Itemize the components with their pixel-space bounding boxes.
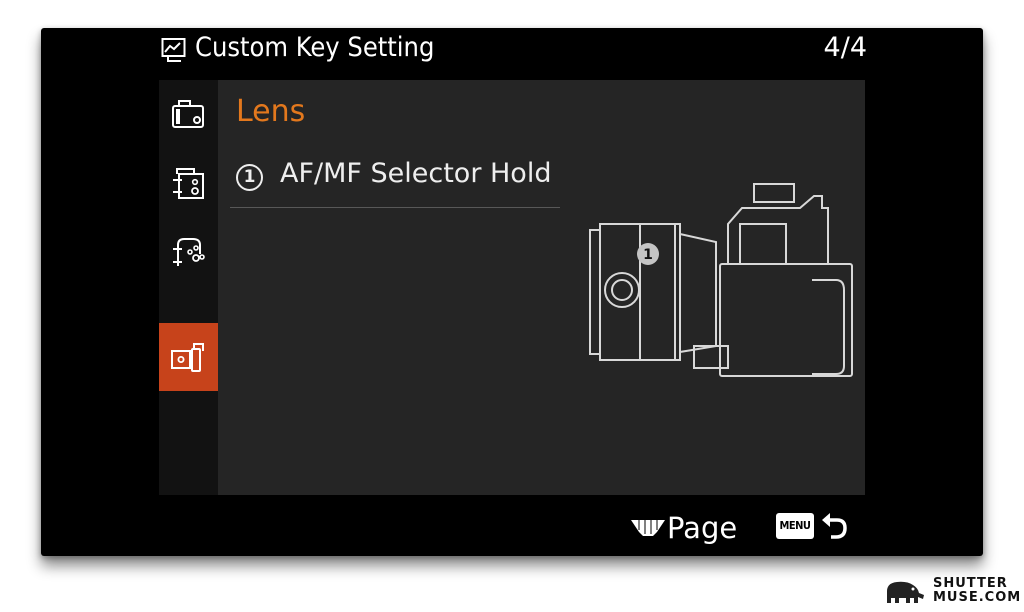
title-bar: Custom Key Setting 4/4 xyxy=(159,28,867,76)
page-label: Page xyxy=(667,511,738,545)
custom-key-icon xyxy=(161,38,186,62)
camera-menu-screen: Custom Key Setting 4/4 Lens 1 AF/MF Sele… xyxy=(41,28,983,556)
menu-item-label: AF/MF Selector Hold xyxy=(280,158,552,189)
lens-icon xyxy=(170,343,204,372)
elephant-logo-icon xyxy=(887,581,924,603)
logo-text-muse: MUSE.COM xyxy=(933,590,1022,605)
page-title: Custom Key Setting xyxy=(195,32,435,63)
sidebar-tab-camera-controls[interactable] xyxy=(159,216,218,284)
camera-side-illustration: 1 xyxy=(589,183,853,377)
menu-item-af-mf-selector-hold[interactable]: 1 AF/MF Selector Hold xyxy=(230,152,560,208)
control-dial-icon xyxy=(631,520,665,536)
main-panel: Lens 1 AF/MF Selector Hold 1 xyxy=(218,80,865,495)
menu-key-icon: MENU xyxy=(776,513,814,539)
camera-back-icon xyxy=(172,168,204,199)
shuttermuse-logo: SHUTTER MUSE.COM xyxy=(883,576,1022,607)
logo-text-shutter: SHUTTER xyxy=(933,576,1008,591)
camera-controls-icon xyxy=(172,238,205,266)
section-title: Lens xyxy=(236,94,306,129)
camera-front-icon xyxy=(171,100,204,128)
sidebar-tab-camera-back[interactable] xyxy=(159,148,218,216)
item-number-badge: 1 xyxy=(236,164,263,191)
page-indicator: 4/4 xyxy=(823,32,867,63)
menu-back-control[interactable]: MENU xyxy=(776,511,850,541)
sidebar xyxy=(159,80,218,495)
page-control[interactable]: Page xyxy=(631,508,737,548)
bottom-bar: Page MENU xyxy=(41,498,983,556)
return-icon xyxy=(822,513,847,539)
sidebar-tab-camera-front[interactable] xyxy=(159,80,218,148)
illustration-marker-1: 1 xyxy=(643,247,653,263)
sidebar-tab-lens[interactable] xyxy=(159,323,218,391)
